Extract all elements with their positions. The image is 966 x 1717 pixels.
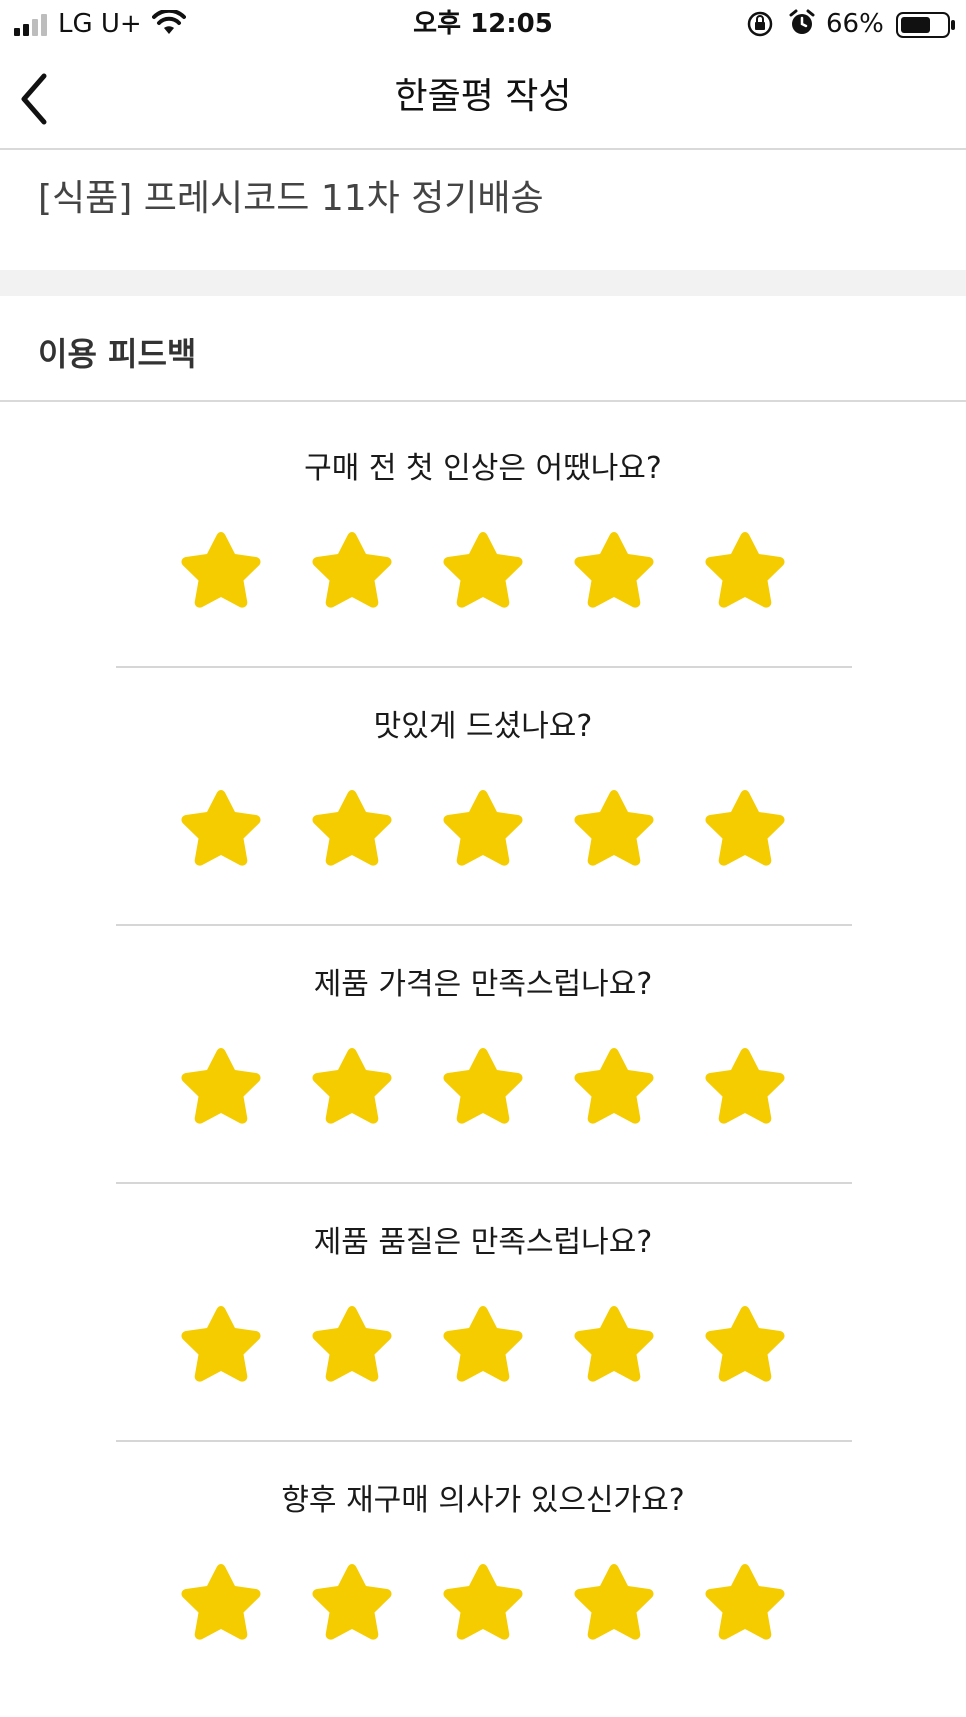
question-text: 향후 재구매 의사가 있으신가요? xyxy=(281,1483,685,1518)
star-icon[interactable] xyxy=(307,1558,397,1646)
question-text: 맛있게 드셨나요? xyxy=(373,709,593,744)
star-icon[interactable] xyxy=(569,1300,659,1388)
orientation-lock-icon xyxy=(747,11,773,37)
star-icon[interactable] xyxy=(438,1042,528,1130)
star-icon[interactable] xyxy=(569,526,659,614)
question-text: 제품 품질은 만족스럽나요? xyxy=(313,1225,653,1260)
status-bar: LG U+ 오후 12:05 66% xyxy=(0,0,966,48)
star-rating xyxy=(0,784,966,878)
battery-percent: 66% xyxy=(826,9,884,39)
star-icon[interactable] xyxy=(307,784,397,872)
star-icon[interactable] xyxy=(176,1042,266,1130)
star-rating xyxy=(0,526,966,620)
star-rating xyxy=(0,1042,966,1136)
question-item: 제품 품질은 만족스럽나요? xyxy=(0,1184,966,1442)
star-icon[interactable] xyxy=(569,784,659,872)
star-rating xyxy=(0,1300,966,1394)
page-title: 한줄평 작성 xyxy=(394,76,572,117)
question-item: 제품 가격은 만족스럽나요? xyxy=(0,926,966,1184)
star-icon[interactable] xyxy=(438,526,528,614)
battery-icon xyxy=(896,12,955,38)
star-icon[interactable] xyxy=(700,1042,790,1130)
star-icon[interactable] xyxy=(307,1300,397,1388)
star-icon[interactable] xyxy=(569,1042,659,1130)
question-text: 제품 가격은 만족스럽나요? xyxy=(313,967,653,1002)
feedback-section-header: 이용 피드백 xyxy=(0,296,966,402)
star-icon[interactable] xyxy=(307,526,397,614)
star-icon[interactable] xyxy=(176,1558,266,1646)
star-icon[interactable] xyxy=(700,784,790,872)
question-item: 구매 전 첫 인상은 어땠나요? xyxy=(0,410,966,668)
question-item: 맛있게 드셨나요? xyxy=(0,668,966,926)
star-icon[interactable] xyxy=(176,1300,266,1388)
star-rating xyxy=(0,1558,966,1652)
question-text: 구매 전 첫 인상은 어땠나요? xyxy=(304,451,662,486)
status-time: 오후 12:05 xyxy=(413,9,553,39)
star-icon[interactable] xyxy=(700,1300,790,1388)
section-divider xyxy=(0,270,966,296)
star-icon[interactable] xyxy=(438,784,528,872)
star-icon[interactable] xyxy=(569,1558,659,1646)
star-icon[interactable] xyxy=(176,526,266,614)
app-header: 한줄평 작성 xyxy=(0,50,966,150)
star-icon[interactable] xyxy=(176,784,266,872)
alarm-icon xyxy=(789,9,815,34)
section-title: 이용 피드백 xyxy=(38,335,197,373)
star-icon[interactable] xyxy=(307,1042,397,1130)
star-icon[interactable] xyxy=(438,1558,528,1646)
product-name: [식품] 프레시코드 11차 정기배송 xyxy=(38,178,544,219)
star-icon[interactable] xyxy=(700,1558,790,1646)
star-icon[interactable] xyxy=(438,1300,528,1388)
question-item: 향후 재구매 의사가 있으신가요? xyxy=(0,1442,966,1700)
star-icon[interactable] xyxy=(700,526,790,614)
product-info: [식품] 프레시코드 11차 정기배송 xyxy=(0,150,966,270)
